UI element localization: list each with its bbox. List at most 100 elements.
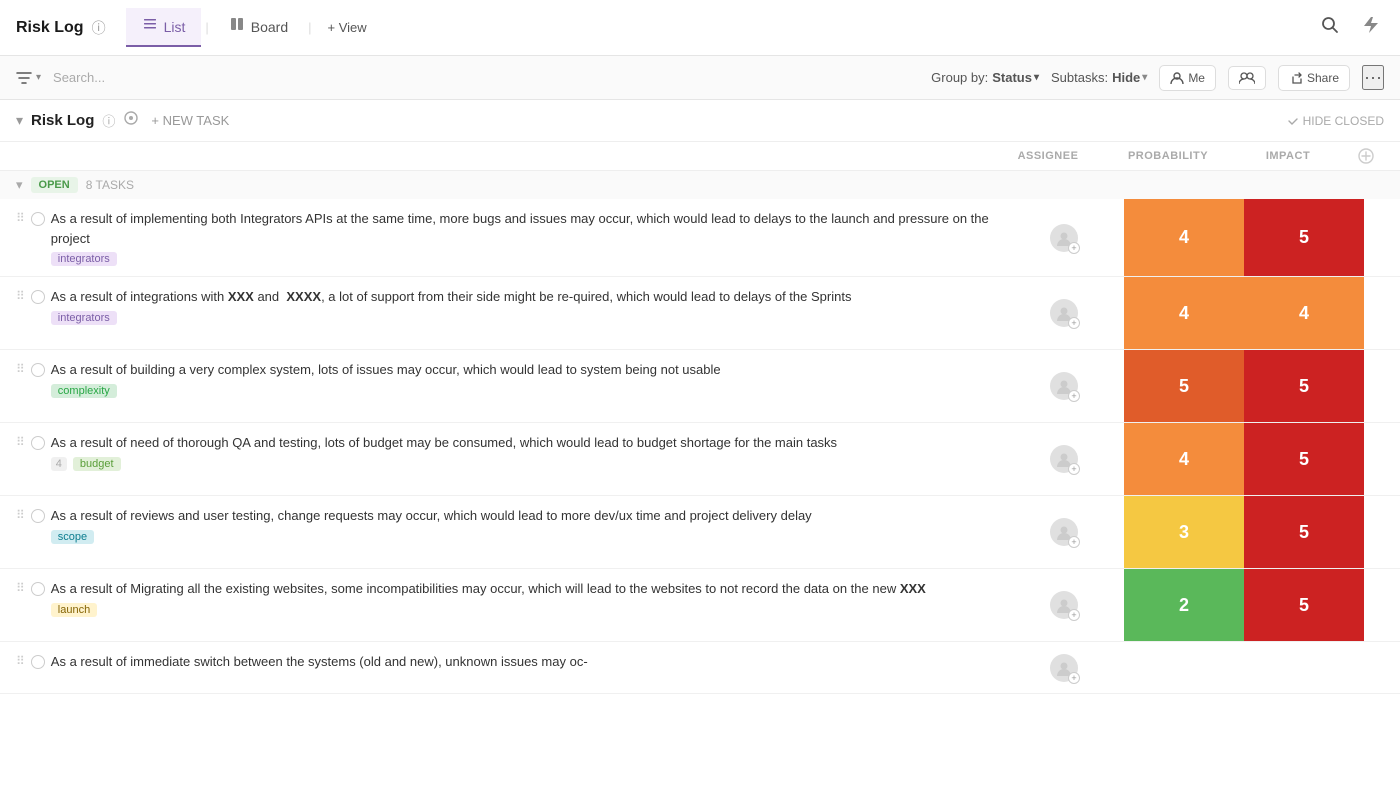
table-row: ⠿ As a result of immediate switch betwee… [0, 642, 1400, 694]
task-meta: 4 budget [51, 457, 996, 471]
probability-score[interactable]: 2 [1124, 569, 1244, 641]
task-title[interactable]: As a result of Migrating all the existin… [51, 579, 996, 599]
me-button[interactable]: Me [1159, 65, 1216, 91]
task-content: As a result of Migrating all the existin… [51, 579, 996, 617]
impact-score[interactable]: 5 [1244, 496, 1364, 568]
impact-score[interactable]: 5 [1244, 199, 1364, 276]
impact-score[interactable]: 5 [1244, 569, 1364, 641]
task-title[interactable]: As a result of need of thorough QA and t… [51, 433, 996, 453]
drag-handle[interactable]: ⠿ [16, 289, 25, 303]
task-tag[interactable]: integrators [51, 311, 117, 325]
open-section-collapse[interactable]: ▾ [16, 177, 23, 193]
add-assignee-icon[interactable]: + [1068, 609, 1080, 621]
task-tag[interactable]: integrators [51, 252, 117, 266]
section-info-icon[interactable]: ⓘ [102, 111, 115, 130]
task-title[interactable]: As a result of immediate switch between … [51, 652, 996, 672]
task-left-2: ⠿ As a result of integrations with XXX a… [0, 277, 1004, 349]
avatar[interactable]: + [1050, 591, 1078, 619]
add-assignee-icon[interactable]: + [1068, 390, 1080, 402]
avatar[interactable]: + [1050, 654, 1078, 682]
risk-log-section-header: ▾ Risk Log ⓘ + NEW TASK HIDE CLOSED [0, 100, 1400, 142]
impact-score[interactable]: 5 [1244, 423, 1364, 495]
filter-button[interactable]: ▾ [16, 70, 41, 86]
share-button[interactable]: Share [1278, 65, 1350, 91]
task-assignee: + [1004, 199, 1124, 276]
search-button[interactable] [1316, 11, 1344, 44]
task-assignee: + [1004, 569, 1124, 641]
avatar[interactable]: + [1050, 445, 1078, 473]
task-title[interactable]: As a result of integrations with XXX and… [51, 287, 996, 307]
task-checkbox[interactable] [31, 290, 45, 304]
drag-handle[interactable]: ⠿ [16, 581, 25, 595]
table-header: ASSIGNEE PROBABILITY IMPACT [0, 142, 1400, 171]
section-collapse-button[interactable]: ▾ [16, 112, 23, 129]
table-row: ⠿ As a result of Migrating all the exist… [0, 569, 1400, 642]
info-icon[interactable]: ⓘ [92, 18, 106, 38]
task-checkbox[interactable] [31, 363, 45, 377]
probability-cell: 2 [1124, 569, 1244, 641]
probability-score[interactable]: 4 [1124, 199, 1244, 276]
probability-score[interactable]: 5 [1124, 350, 1244, 422]
section-customize-icon[interactable] [123, 110, 139, 131]
subtasks-value[interactable]: Hide ▾ [1112, 70, 1147, 85]
tab-board[interactable]: Board [213, 8, 304, 47]
tab-list[interactable]: List [126, 8, 202, 47]
probability-score[interactable]: 4 [1124, 423, 1244, 495]
task-content: As a result of reviews and user testing,… [51, 506, 996, 544]
probability-score[interactable]: 3 [1124, 496, 1244, 568]
new-task-button[interactable]: + NEW TASK [151, 113, 229, 128]
task-checkbox[interactable] [31, 436, 45, 450]
table-row: ⠿ As a result of building a very complex… [0, 350, 1400, 423]
list-icon [142, 16, 158, 37]
impact-cell: 5 [1244, 350, 1364, 422]
more-button[interactable]: ··· [1362, 65, 1384, 90]
add-assignee-icon[interactable]: + [1068, 463, 1080, 475]
task-tag[interactable]: launch [51, 603, 97, 617]
lightning-button[interactable] [1356, 11, 1384, 44]
task-tag[interactable]: budget [73, 457, 121, 471]
probability-score[interactable]: 4 [1124, 277, 1244, 349]
add-assignee-icon[interactable]: + [1068, 242, 1080, 254]
drag-handle[interactable]: ⠿ [16, 362, 25, 376]
open-section-header: ▾ OPEN 8 TASKS [0, 171, 1400, 199]
task-assignee: + [1004, 642, 1124, 693]
task-checkbox[interactable] [31, 509, 45, 523]
drag-handle[interactable]: ⠿ [16, 654, 25, 668]
task-checkbox[interactable] [31, 655, 45, 669]
impact-column-header: IMPACT [1228, 150, 1348, 162]
add-col [1364, 569, 1400, 641]
task-tag[interactable]: complexity [51, 384, 117, 398]
assignees-button[interactable] [1228, 66, 1266, 90]
add-assignee-icon[interactable]: + [1068, 536, 1080, 548]
impact-score[interactable]: 5 [1244, 350, 1364, 422]
tab-divider2: | [308, 20, 311, 35]
task-meta: launch [51, 603, 996, 617]
task-title[interactable]: As a result of reviews and user testing,… [51, 506, 996, 526]
task-title[interactable]: As a result of implementing both Integra… [51, 209, 996, 248]
avatar[interactable]: + [1050, 372, 1078, 400]
page-title: Risk Log [16, 19, 84, 37]
search-area[interactable]: Search... [53, 70, 919, 85]
task-checkbox[interactable] [31, 212, 45, 226]
task-tag[interactable]: scope [51, 530, 94, 544]
impact-cell: 5 [1244, 496, 1364, 568]
add-assignee-icon[interactable]: + [1068, 672, 1080, 684]
add-column-button[interactable] [1348, 148, 1384, 164]
add-assignee-icon[interactable]: + [1068, 317, 1080, 329]
drag-handle[interactable]: ⠿ [16, 435, 25, 449]
group-by-value[interactable]: Status ▾ [992, 70, 1039, 85]
impact-cell [1244, 642, 1364, 693]
drag-handle[interactable]: ⠿ [16, 508, 25, 522]
hide-closed-button[interactable]: HIDE CLOSED [1287, 114, 1384, 128]
impact-score[interactable]: 4 [1244, 277, 1364, 349]
drag-handle[interactable]: ⠿ [16, 211, 25, 225]
add-view-button[interactable]: + View [316, 14, 379, 41]
avatar[interactable]: + [1050, 518, 1078, 546]
group-by-control: Group by: Status ▾ [931, 70, 1039, 85]
task-checkbox[interactable] [31, 582, 45, 596]
header: Risk Log ⓘ List | Board | + View [0, 0, 1400, 56]
task-title[interactable]: As a result of building a very complex s… [51, 360, 996, 380]
avatar[interactable]: + [1050, 299, 1078, 327]
impact-cell: 5 [1244, 569, 1364, 641]
avatar[interactable]: + [1050, 224, 1078, 252]
